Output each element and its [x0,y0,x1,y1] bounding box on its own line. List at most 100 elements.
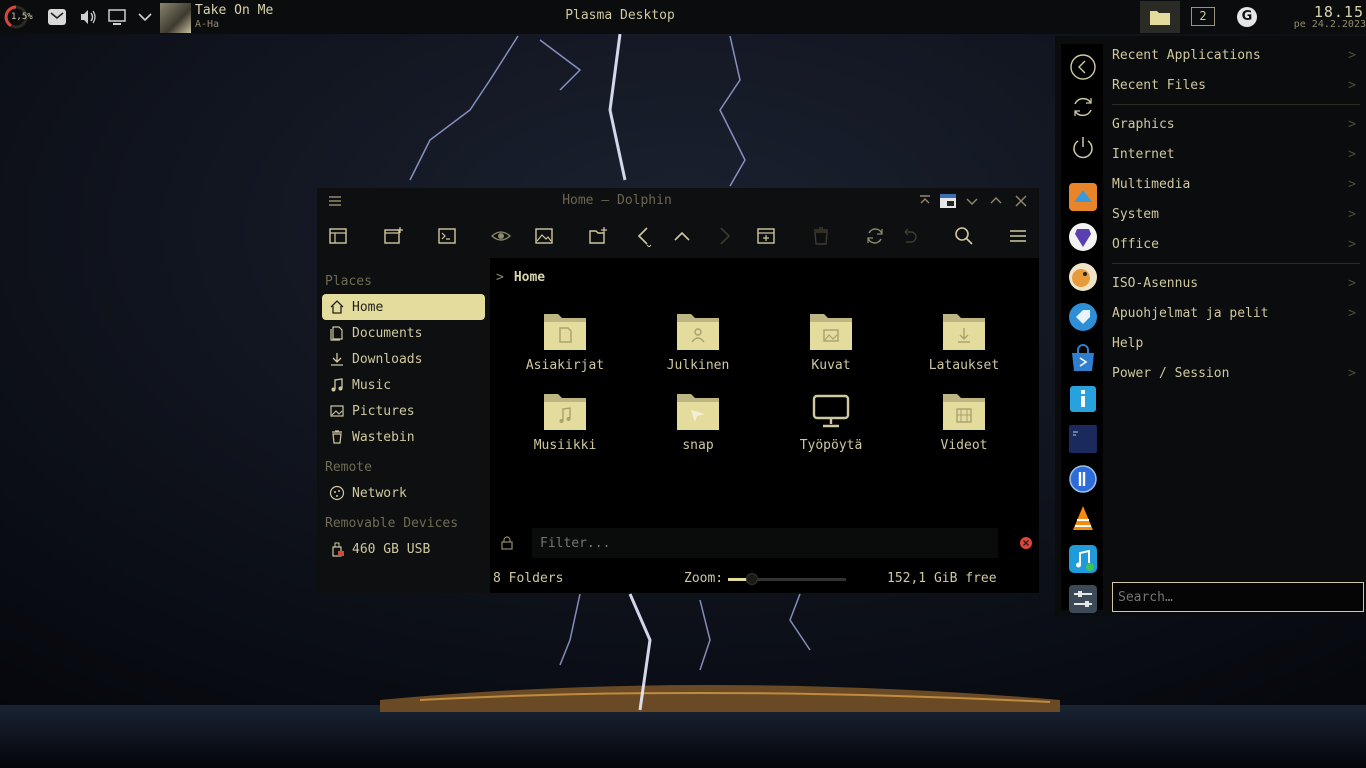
folder-item[interactable]: Kuvat [776,310,886,380]
window-title: Home — Dolphin [562,193,672,208]
menu-category-internet[interactable]: Internet > [1112,147,1360,162]
cpu-load-monitor[interactable]: 1,5% [4,5,34,29]
place-network[interactable]: Network [322,480,485,506]
qbittorrent-icon[interactable] [1068,464,1098,494]
app-shortcut-icon[interactable] [1068,182,1098,212]
track-artist: A-Ha [195,19,220,30]
settings-sliders-icon[interactable] [1068,584,1098,614]
terminal-icon[interactable] [436,225,458,247]
folder-item[interactable]: snap [643,390,753,460]
vlc-icon[interactable] [1068,504,1098,534]
folder-icon [1150,11,1170,25]
cpu-load-label: 1,5% [11,12,33,22]
place-label: Network [352,485,407,501]
back-circle-icon[interactable] [1068,52,1098,82]
menu-search-input[interactable] [1112,582,1364,612]
search-icon[interactable] [953,225,975,247]
new-folder-icon[interactable] [587,225,609,247]
menu-category-recent-files[interactable]: Recent Files > [1112,78,1360,93]
preview-eye-icon[interactable] [490,225,512,247]
minimize-icon[interactable] [963,192,981,210]
keep-above-icon[interactable] [916,192,934,210]
maximize-icon[interactable] [987,192,1005,210]
zoom-slider[interactable] [728,573,846,585]
mail-icon[interactable] [47,7,67,27]
menu-category-system[interactable]: System > [1112,207,1360,222]
menu-category-power-session[interactable]: Power / Session > [1112,366,1360,381]
brave-browser-icon[interactable] [1068,222,1098,252]
window-titlebar[interactable]: Home — Dolphin [317,188,1039,214]
menu-category-multimedia[interactable]: Multimedia > [1112,177,1360,192]
category-label: Office [1112,237,1159,252]
clear-filter-icon[interactable] [1019,536,1033,550]
place-wastebin[interactable]: Wastebin [322,424,485,450]
folder-item[interactable]: Lataukset [909,310,1019,380]
menu-category-recent-applications[interactable]: Recent Applications > [1112,48,1360,63]
folder-item[interactable]: Videot [909,390,1019,460]
app-menu-icon[interactable] [939,192,957,210]
place-label: Documents [352,325,423,341]
menu-category-help[interactable]: Help [1112,336,1360,351]
music-player-app-icon[interactable] [1068,544,1098,574]
terminal-app-icon[interactable] [1068,424,1098,454]
trash-icon[interactable] [810,225,832,247]
reload-icon[interactable] [864,225,886,247]
media-player-widget[interactable]: Take On Me A-Ha [160,3,273,33]
places-header: Places [325,274,372,289]
close-icon[interactable] [1012,192,1030,210]
folder-item[interactable]: Julkinen [643,310,753,380]
zoom-slider-handle[interactable] [745,573,758,585]
wastebin-icon [332,430,342,444]
store-app-icon[interactable] [1068,344,1098,374]
place-documents[interactable]: Documents [322,320,485,346]
power-icon[interactable] [1068,132,1098,162]
menu-category-apuohjelmat[interactable]: Apuohjelmat ja pelit > [1112,306,1360,321]
place-label: Home [352,299,384,315]
category-label: Recent Files [1112,78,1206,93]
virtual-desktop-pager[interactable]: 2 [1191,7,1215,26]
menu-category-office[interactable]: Office > [1112,237,1360,252]
category-label: Multimedia [1112,177,1191,192]
restart-icon[interactable] [1068,92,1098,122]
place-home[interactable]: Home [322,294,485,320]
place-downloads[interactable]: Downloads [322,346,485,372]
chevron-down-icon[interactable] [135,7,155,27]
status-bar: 8 Folders Zoom: 152,1 GiB free [490,564,1039,593]
back-arrow-icon[interactable] [633,225,655,247]
tag-app-icon[interactable] [1068,302,1098,332]
window-menu-icon[interactable] [326,192,344,210]
folder-item[interactable]: Musiikki [510,390,620,460]
up-arrow-icon[interactable] [671,225,693,247]
folder-item[interactable]: Asiakirjat [510,310,620,380]
forward-arrow-icon[interactable] [713,225,735,247]
chevron-right-icon: > [1348,276,1356,291]
place-pictures[interactable]: Pictures [322,398,485,424]
breadcrumb[interactable]: > Home [496,270,545,285]
view-mode-icon[interactable] [327,225,349,247]
track-title: Take On Me [195,3,274,18]
category-label: Apuohjelmat ja pelit [1112,306,1269,321]
display-icon[interactable] [107,7,127,27]
place-music[interactable]: Music [322,372,485,398]
pictures-icon [330,405,344,417]
split-view-icon[interactable] [755,225,777,247]
folder-item[interactable]: Työpöytä [776,390,886,460]
lock-icon[interactable] [500,536,514,550]
info-app-icon[interactable] [1068,384,1098,414]
filter-input[interactable] [532,528,998,558]
menu-category-graphics[interactable]: Graphics > [1112,117,1360,132]
new-window-icon[interactable] [382,225,404,247]
folder-name: Lataukset [928,358,1000,373]
gimp-icon[interactable] [1068,262,1098,292]
menu-category-iso-asennus[interactable]: ISO-Asennus > [1112,276,1360,291]
chevron-right-icon: > [1348,366,1356,381]
volume-icon[interactable] [78,7,98,27]
image-preview-icon[interactable] [533,225,555,247]
application-launcher-menu: Recent Applications > Recent Files > Graph… [1055,36,1366,616]
undo-icon[interactable] [898,225,920,247]
hamburger-menu-icon[interactable] [1007,225,1029,247]
breadcrumb-home[interactable]: Home [514,270,545,285]
dolphin-task-button[interactable] [1140,1,1180,33]
g-icon[interactable]: G [1237,7,1257,27]
place-usb-drive[interactable]: 460 GB USB [322,536,485,562]
